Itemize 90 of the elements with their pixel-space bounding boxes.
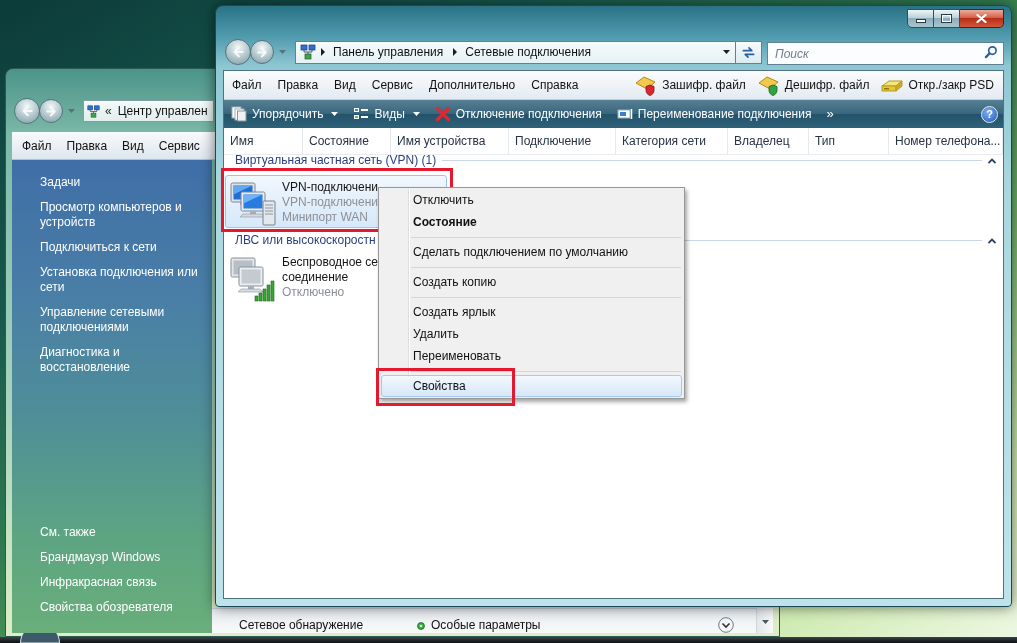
group-header[interactable]: ЛВС или высокоскоростн [225, 234, 376, 247]
menu-item[interactable]: Файл [16, 134, 58, 157]
breadcrumb-overflow-button[interactable]: « [105, 102, 112, 120]
menu-item[interactable]: Файл [226, 74, 268, 96]
minimize-button[interactable] [907, 9, 934, 28]
toolbar-button[interactable]: Виды [349, 102, 424, 126]
menu-item[interactable]: Переименовать [381, 345, 682, 367]
group-header[interactable]: Виртуальная частная сеть (VPN) (1) [225, 154, 437, 167]
breadcrumb-arrow-icon[interactable] [453, 48, 458, 56]
expand-chevron-icon[interactable] [718, 617, 734, 633]
setting-value: Особые параметры [431, 618, 541, 633]
sidebar-link[interactable]: Управление сетевыми подключениями [40, 305, 206, 335]
sidebar-link[interactable]: Просмотр компьютеров и устройств [40, 200, 206, 230]
list-view-icon [353, 106, 370, 122]
menu-item[interactable]: Правка [271, 74, 325, 96]
toolbar-button[interactable]: Откр./закр PSD [878, 73, 997, 97]
computers-signal-icon [229, 254, 277, 302]
caret-icon [67, 109, 75, 113]
forward-button[interactable] [250, 40, 274, 64]
address-bar[interactable]: « Центр управлен [83, 100, 214, 122]
refresh-button[interactable] [736, 40, 762, 64]
column-header[interactable]: Категория сети [616, 128, 728, 154]
menu-item[interactable]: Сервис [152, 134, 206, 157]
refresh-icon [741, 44, 756, 60]
menu-item[interactable]: Сервис [365, 74, 419, 96]
scrollbar[interactable] [756, 608, 773, 633]
toolbar-button[interactable]: Зашифр. файл [632, 73, 749, 97]
connection-item[interactable]: Беспроводное се соединение Отключено [225, 250, 380, 303]
text-box-cursor-icon [616, 106, 633, 122]
minimize-icon [915, 19, 926, 23]
computers-server-icon [229, 179, 277, 227]
breadcrumb-item[interactable]: Центр управлен [117, 102, 208, 120]
column-header[interactable]: Номер телефона... [889, 128, 1003, 154]
maximize-icon [941, 14, 952, 23]
close-icon [976, 14, 987, 23]
breadcrumb-arrow-icon[interactable] [321, 48, 325, 56]
toolbar-button[interactable]: Переименование подключения [612, 102, 816, 126]
menu-item[interactable]: Создать копию [381, 271, 682, 293]
menu-item[interactable]: Вид [116, 134, 150, 157]
status-dot-icon [417, 622, 425, 630]
more-commands-button[interactable]: » [822, 102, 838, 126]
collapse-caret-icon[interactable] [988, 157, 996, 164]
scroll-down-arrow-icon[interactable] [761, 620, 769, 624]
maximize-button[interactable] [934, 9, 960, 28]
pages-icon [231, 106, 247, 122]
column-header[interactable]: Состояние [303, 128, 391, 154]
menu-item[interactable]: Правка [60, 134, 114, 157]
sidebar-link[interactable]: Установка подключения или сети [40, 265, 206, 295]
column-header[interactable]: Владелец [728, 128, 809, 154]
breadcrumb-item[interactable]: Сетевые подключения [460, 43, 597, 61]
column-header[interactable]: Подключение [509, 128, 616, 154]
menu-item[interactable]: Вид [328, 74, 362, 96]
forward-button[interactable] [39, 99, 63, 123]
back-arrow-icon [20, 104, 34, 118]
forward-arrow-icon [255, 45, 269, 59]
toolbar-button[interactable]: Отключение подключения [430, 102, 606, 126]
back-button[interactable] [225, 39, 251, 65]
setting-label: Сетевое обнаружение [239, 618, 365, 633]
caret-icon [722, 50, 730, 54]
folder-shield-icon [635, 74, 658, 96]
sidebar-link[interactable]: Подключиться к сети [40, 240, 206, 255]
column-header[interactable]: Тип [809, 128, 889, 154]
collapse-caret-icon[interactable] [988, 237, 996, 244]
section-heading: См. также [40, 525, 97, 540]
search-field[interactable]: Поиск [767, 42, 1004, 65]
orb-icon[interactable] [20, 633, 60, 643]
network-icon [87, 104, 100, 118]
caret-icon [278, 50, 286, 54]
back-button[interactable] [14, 98, 40, 124]
column-header[interactable]: Имя устройства [391, 128, 509, 154]
section-heading: Задачи [40, 175, 82, 190]
column-header[interactable]: Имя [224, 128, 303, 154]
sidebar-link[interactable]: Диагностика и восстановление [40, 345, 206, 375]
menu-item[interactable]: Сделать подключением по умолчанию [381, 241, 682, 263]
toolbar-button[interactable]: Упорядочить [227, 102, 343, 126]
breadcrumb-item[interactable]: Панель управления [328, 43, 449, 61]
search-icon[interactable] [984, 44, 998, 59]
menu-item[interactable]: Свойства [381, 375, 682, 397]
menu-item[interactable]: Создать ярлык [381, 301, 682, 323]
network-icon [300, 44, 316, 60]
menu-item[interactable]: Справка [525, 74, 585, 96]
back-arrow-icon [231, 45, 245, 59]
close-button[interactable] [960, 9, 1004, 28]
address-bar[interactable]: Панель управления Сетевые подключения [295, 40, 736, 64]
folder-shield-icon [757, 74, 780, 96]
forward-arrow-icon [44, 104, 58, 118]
menu-item[interactable]: Дополнительно [422, 74, 522, 96]
menu-item[interactable]: Удалить [381, 323, 682, 345]
toolbar-button[interactable]: Дешифр. файл [754, 73, 873, 97]
cross-icon [434, 106, 451, 122]
